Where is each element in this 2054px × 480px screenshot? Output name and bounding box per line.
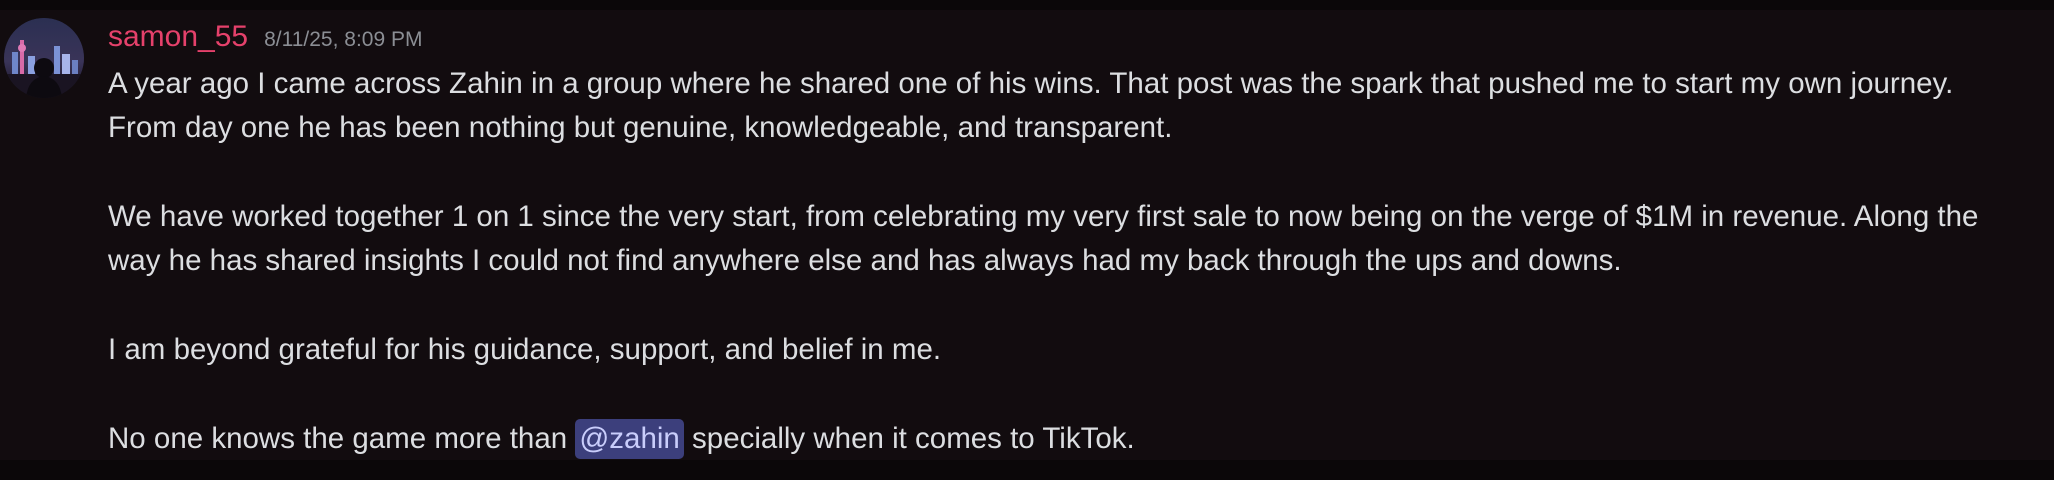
- username[interactable]: samon_55: [108, 20, 248, 54]
- message-content: A year ago I came across Zahin in a grou…: [108, 62, 2038, 461]
- paragraph-2-line-1: We have worked together 1 on 1 since the…: [108, 200, 1979, 233]
- message-paragraph-1: A year ago I came across Zahin in a grou…: [108, 62, 2038, 150]
- bottom-divider: [0, 460, 2054, 480]
- message-paragraph-3: I am beyond grateful for his guidance, s…: [108, 328, 2038, 372]
- paragraph-1-line-2: From day one he has been nothing but gen…: [108, 111, 1173, 144]
- user-mention[interactable]: @zahin: [575, 419, 684, 459]
- paragraph-2-line-2: way he has shared insights I could not f…: [108, 244, 1622, 277]
- message-paragraph-2: We have worked together 1 on 1 since the…: [108, 195, 2038, 283]
- paragraph-4-text-before: No one knows the game more than: [108, 422, 576, 455]
- top-divider: [0, 0, 2054, 10]
- paragraph-4-text-after: specially when it comes to TikTok.: [683, 422, 1135, 455]
- avatar[interactable]: [4, 18, 84, 98]
- paragraph-1-line-1: A year ago I came across Zahin in a grou…: [108, 67, 1954, 100]
- timestamp[interactable]: 8/11/25, 8:09 PM: [264, 28, 422, 52]
- chat-message[interactable]: samon_55 8/11/25, 8:09 PM A year ago I c…: [0, 10, 2054, 460]
- paragraph-3-line-1: I am beyond grateful for his guidance, s…: [108, 333, 942, 366]
- avatar-city-skyline-image: [4, 18, 84, 98]
- message-paragraph-4: No one knows the game more than @zahin s…: [108, 417, 2038, 461]
- message-header: samon_55 8/11/25, 8:09 PM: [108, 20, 423, 60]
- chat-frame: samon_55 8/11/25, 8:09 PM A year ago I c…: [0, 0, 2054, 480]
